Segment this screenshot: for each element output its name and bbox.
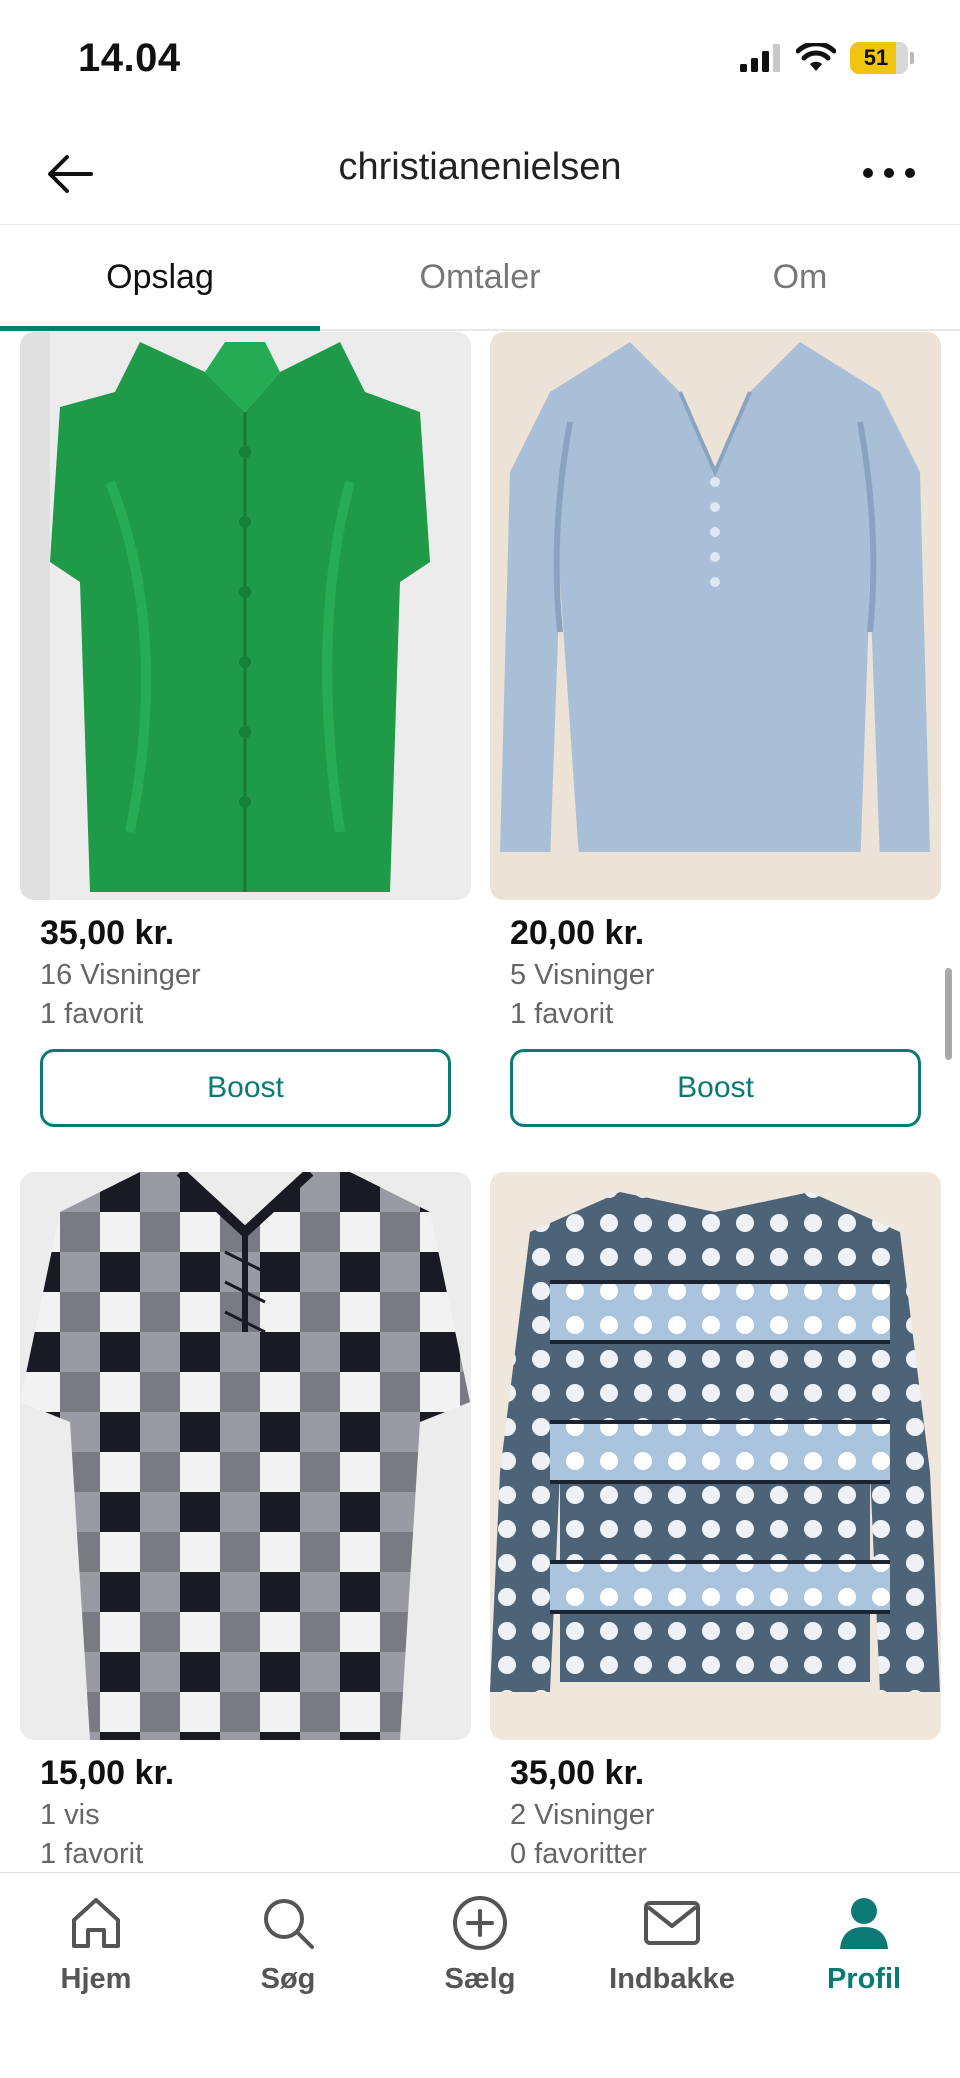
listing-card[interactable]: 15,00 kr. 1 vis 1 favorit bbox=[20, 1172, 471, 1871]
listing-price: 15,00 kr. bbox=[40, 1754, 175, 1792]
more-dots-icon bbox=[863, 168, 915, 178]
tab-label: Opslag bbox=[106, 258, 214, 296]
scrollbar[interactable] bbox=[945, 968, 952, 1060]
profile-header: christianenielsen bbox=[0, 120, 960, 225]
nav-label: Indbakke bbox=[609, 1963, 735, 1995]
nav-item-profil[interactable]: Profil bbox=[768, 1873, 960, 2078]
listing-favorites: 1 favorit bbox=[40, 998, 144, 1030]
listings-grid: 35,00 kr. 16 Visninger 1 favorit Boost 2… bbox=[0, 332, 960, 1872]
listing-views: 1 vis bbox=[40, 1799, 100, 1831]
listing-card[interactable]: 20,00 kr. 5 Visninger 1 favorit Boost bbox=[490, 332, 941, 1127]
nav-item-soeg[interactable]: Søg bbox=[192, 1873, 384, 2078]
nav-item-saelg[interactable]: Sælg bbox=[384, 1873, 576, 2078]
search-icon bbox=[258, 1893, 318, 1953]
listing-views: 16 Visninger bbox=[40, 959, 201, 991]
listing-favorites: 1 favorit bbox=[510, 998, 614, 1030]
wifi-icon bbox=[796, 43, 836, 71]
listing-favorites: 1 favorit bbox=[40, 1838, 144, 1870]
nav-label: Søg bbox=[260, 1963, 316, 1995]
profile-tabs: Opslag Omtaler Om bbox=[0, 226, 960, 331]
nav-item-hjem[interactable]: Hjem bbox=[0, 1873, 192, 2078]
tab-label: Omtaler bbox=[419, 258, 541, 296]
listing-image[interactable] bbox=[20, 1172, 471, 1740]
tab-label: Om bbox=[772, 258, 828, 296]
listing-price: 35,00 kr. bbox=[40, 914, 175, 952]
signal-icon bbox=[740, 44, 780, 72]
listing-image[interactable] bbox=[490, 1172, 941, 1740]
nav-label: Sælg bbox=[444, 1963, 516, 1995]
nav-label: Profil bbox=[826, 1963, 902, 1995]
tab-om[interactable]: Om bbox=[640, 226, 960, 329]
status-icons: 51 bbox=[740, 42, 914, 74]
listing-price: 20,00 kr. bbox=[510, 914, 645, 952]
status-time: 14.04 bbox=[78, 36, 181, 80]
battery-icon: 51 bbox=[850, 42, 914, 74]
listing-views: 2 Visninger bbox=[510, 1799, 655, 1831]
listing-price: 35,00 kr. bbox=[510, 1754, 645, 1792]
boost-button[interactable]: Boost bbox=[40, 1049, 451, 1127]
mail-icon bbox=[642, 1893, 702, 1953]
active-tab-indicator bbox=[0, 326, 320, 331]
nav-label: Hjem bbox=[60, 1963, 132, 1995]
plus-circle-icon bbox=[450, 1893, 510, 1953]
listing-views: 5 Visninger bbox=[510, 959, 655, 991]
status-bar: 14.04 51 bbox=[0, 0, 960, 120]
home-icon bbox=[66, 1893, 126, 1953]
listing-card[interactable]: 35,00 kr. 2 Visninger 0 favoritter bbox=[490, 1172, 941, 1871]
profile-icon bbox=[834, 1893, 894, 1953]
battery-level: 51 bbox=[863, 45, 889, 70]
tab-opslag[interactable]: Opslag bbox=[0, 226, 320, 329]
bottom-navigation: Hjem Søg Sælg Indbakke Profil bbox=[0, 1872, 960, 2078]
more-options-button[interactable] bbox=[854, 148, 924, 198]
boost-button[interactable]: Boost bbox=[510, 1049, 921, 1127]
page-title: christianenielsen bbox=[338, 146, 622, 188]
listing-image[interactable] bbox=[20, 332, 471, 900]
nav-item-indbakke[interactable]: Indbakke bbox=[576, 1873, 768, 2078]
tab-omtaler[interactable]: Omtaler bbox=[320, 226, 640, 329]
listing-image[interactable] bbox=[490, 332, 941, 900]
listing-favorites: 0 favoritter bbox=[510, 1838, 647, 1870]
listing-card[interactable]: 35,00 kr. 16 Visninger 1 favorit Boost bbox=[20, 332, 471, 1127]
